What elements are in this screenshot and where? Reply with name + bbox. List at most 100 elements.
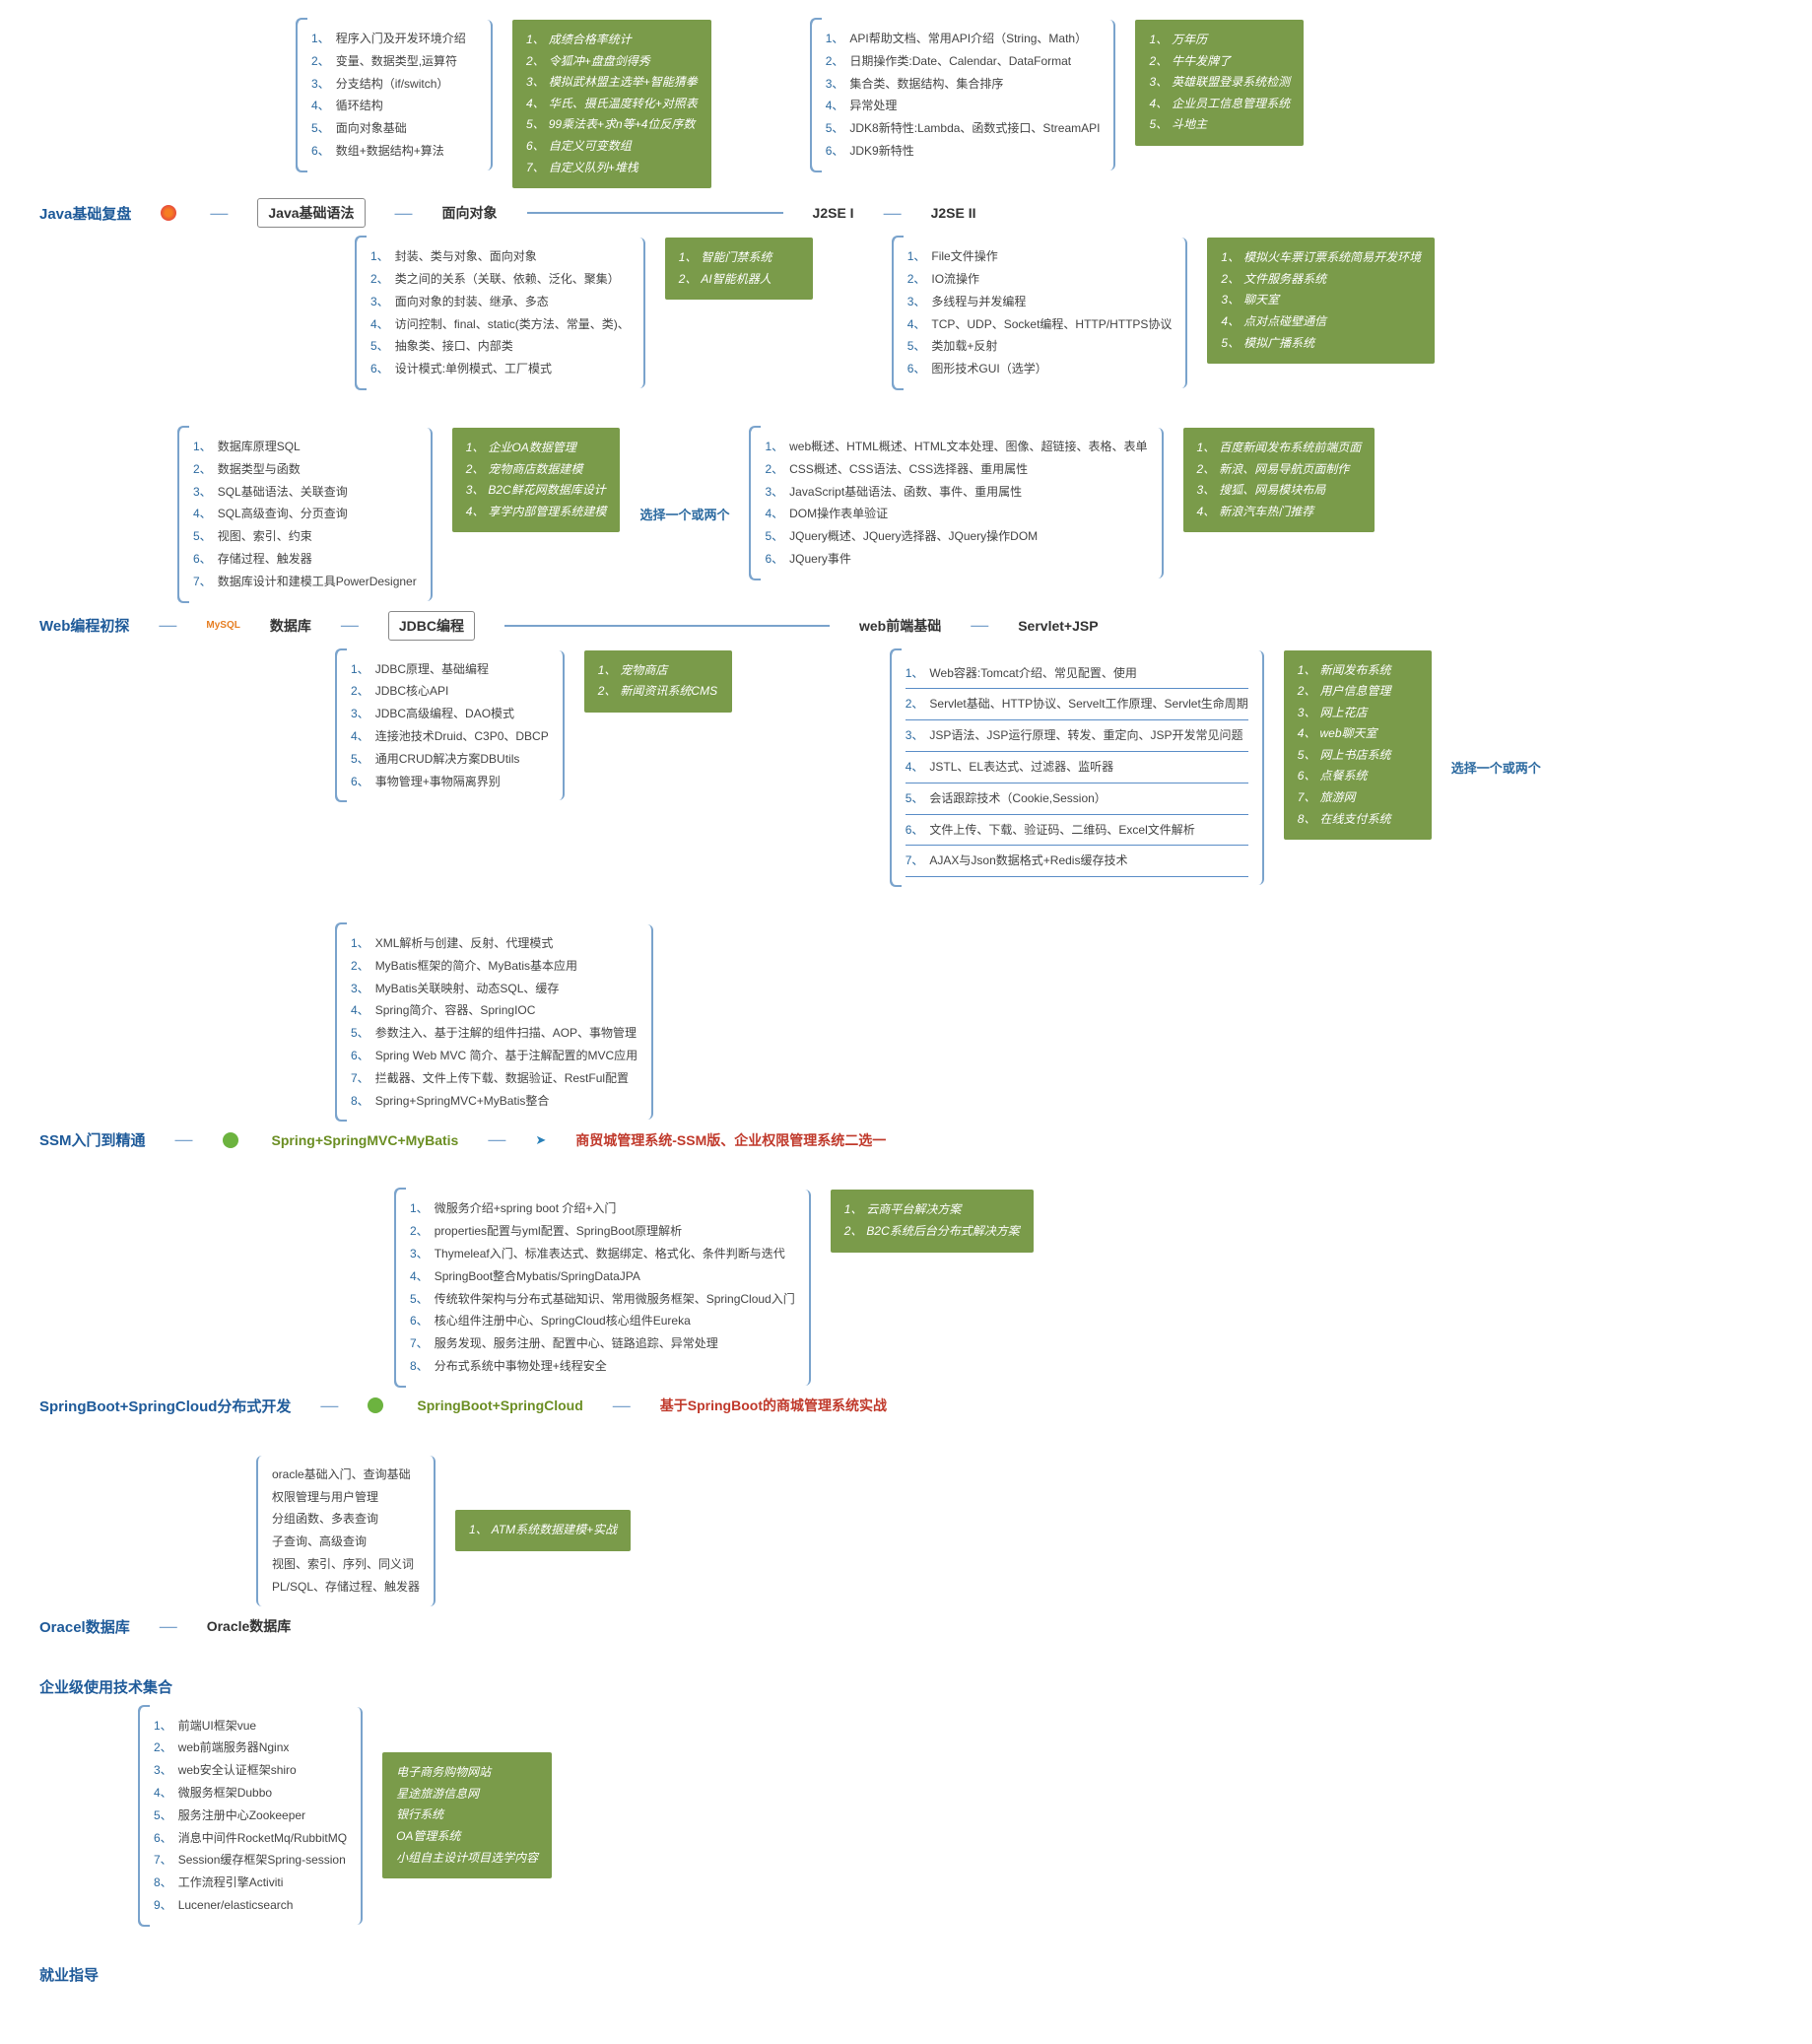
- green-jdbc: 1、宠物商店2、新闻资讯系统CMS: [584, 650, 732, 713]
- list-item: 6、文件上传、下载、验证码、二维码、Excel文件解析: [906, 815, 1248, 847]
- list-item: 5、通用CRUD解决方案DBUtils: [351, 748, 549, 771]
- note-choose-2: 选择一个或两个: [1451, 758, 1541, 777]
- green-item: 8、在线支付系统: [1298, 809, 1418, 831]
- heading-ssm: SSM入门到精通: [39, 1129, 146, 1150]
- list-item: 2、变量、数据类型,运算符: [311, 50, 477, 73]
- green-item: 6、点餐系统: [1298, 766, 1418, 787]
- node-oracle[interactable]: Oracle数据库: [207, 1616, 292, 1636]
- node-webfront[interactable]: web前端基础: [859, 616, 941, 636]
- green-item: 4、web聊天室: [1298, 723, 1418, 745]
- arrow-icon: ➤: [535, 1132, 546, 1148]
- list-item: 6、Spring Web MVC 简介、基于注解配置的MVC应用: [351, 1045, 638, 1067]
- green-item: 1、模拟火车票订票系统简易开发环境: [1221, 247, 1421, 269]
- connector: —: [210, 203, 228, 224]
- green-j2se2: 1、模拟火车票订票系统简易开发环境2、文件服务器系统3、聊天室4、点对点碰壁通信…: [1207, 238, 1435, 364]
- list-item: 1、封装、类与对象、面向对象: [370, 245, 630, 268]
- green-item: 小组自主设计项目选学内容: [396, 1848, 538, 1870]
- list-item: 4、DOM操作表单验证: [765, 503, 1147, 525]
- heading-oracle: Oracel数据库: [39, 1616, 130, 1637]
- node-servlet[interactable]: Servlet+JSP: [1018, 618, 1098, 634]
- list-item: 5、JDK8新特性:Lambda、函数式接口、StreamAPI: [826, 117, 1101, 140]
- spring-icon: [223, 1132, 238, 1148]
- springboot-project-note: 基于SpringBoot的商城管理系统实战: [660, 1396, 887, 1415]
- list-item: 6、事物管理+事物隔离界别: [351, 771, 549, 793]
- list-item: 3、Thymeleaf入门、标准表达式、数据绑定、格式化、条件判断与迭代: [410, 1243, 795, 1265]
- list-item: 4、TCP、UDP、Socket编程、HTTP/HTTPS协议: [907, 313, 1173, 336]
- list-item: 5、面向对象基础: [311, 117, 477, 140]
- node-jdbc[interactable]: JDBC编程: [388, 611, 475, 641]
- heading-java-review: Java基础复盘: [39, 203, 131, 224]
- green-item: 4、点对点碰壁通信: [1221, 311, 1421, 333]
- green-webfront: 1、百度新闻发布系统前端页面2、新浪、网易导航页面制作3、搜狐、网易模块布局4、…: [1183, 428, 1376, 532]
- heading-web-intro: Web编程初探: [39, 615, 129, 636]
- section-ssm: 1、XML解析与创建、反射、代理模式2、MyBatis框架的简介、MyBatis…: [39, 924, 1773, 1150]
- power-icon: [368, 1397, 383, 1413]
- green-item: 4、新浪汽车热门推荐: [1197, 502, 1362, 523]
- list-item: 3、JSP语法、JSP运行原理、转发、重定向、JSP开发常见问题: [906, 720, 1248, 752]
- green-item: 2、用户信息管理: [1298, 681, 1418, 703]
- list-item: 6、数组+数据结构+算法: [311, 140, 477, 163]
- list-item: 5、参数注入、基于注解的组件扫描、AOP、事物管理: [351, 1022, 638, 1045]
- green-item: 3、网上花店: [1298, 703, 1418, 724]
- green-item: 3、模拟武林盟主选举+智能猜拳: [526, 72, 698, 94]
- list-item: 2、IO流操作: [907, 268, 1173, 291]
- list-item: 8、工作流程引擎Activiti: [154, 1872, 347, 1894]
- list-item: 4、连接池技术Druid、C3P0、DBCP: [351, 725, 549, 748]
- list-item: 4、循环结构: [311, 95, 477, 117]
- list-item: 7、AJAX与Json数据格式+Redis缓存技术: [906, 846, 1248, 877]
- green-oracle: 1、ATM系统数据建模+实战: [455, 1510, 631, 1551]
- green-item: 1、成绩合格率统计: [526, 30, 698, 51]
- list-item: 5、类加载+反射: [907, 335, 1173, 358]
- list-item: 2、Servlet基础、HTTP协议、Servelt工作原理、Servlet生命…: [906, 689, 1248, 720]
- green-item: 1、新闻发布系统: [1298, 660, 1418, 682]
- list-item: 7、服务发现、服务注册、配置中心、链路追踪、异常处理: [410, 1332, 795, 1355]
- green-item: 1、ATM系统数据建模+实战: [469, 1520, 617, 1541]
- note-choose: 选择一个或两个: [639, 505, 729, 523]
- green-item: 2、文件服务器系统: [1221, 269, 1421, 291]
- green-item: 4、企业员工信息管理系统: [1149, 94, 1290, 115]
- list-item: 2、properties配置与yml配置、SpringBoot原理解析: [410, 1220, 795, 1243]
- list-item: oracle基础入门、查询基础: [272, 1464, 420, 1486]
- node-j2se1[interactable]: J2SE I: [813, 205, 854, 221]
- green-springboot: 1、云商平台解决方案2、B2C系统后台分布式解决方案: [831, 1190, 1034, 1252]
- list-item: 2、MyBatis框架的简介、MyBatis基本应用: [351, 955, 638, 978]
- green-item: 电子商务购物网站: [396, 1762, 538, 1784]
- list-item: 1、数据库原理SQL: [193, 436, 417, 458]
- list-item: 6、核心组件注册中心、SpringCloud核心组件Eureka: [410, 1310, 795, 1332]
- list-item: 1、File文件操作: [907, 245, 1173, 268]
- heading-springboot: SpringBoot+SpringCloud分布式开发: [39, 1396, 291, 1416]
- list-item: 子查询、高级查询: [272, 1531, 420, 1553]
- green-item: 2、B2C系统后台分布式解决方案: [844, 1221, 1020, 1243]
- list-item: 1、微服务介绍+spring boot 介绍+入门: [410, 1197, 795, 1220]
- green-db: 1、企业OA数据管理2、宠物商店数据建模3、B2C鲜花网数据库设计4、享学内部管…: [452, 428, 621, 532]
- list-item: 2、数据类型与函数: [193, 458, 417, 481]
- list-item: 3、JDBC高级编程、DAO模式: [351, 703, 549, 725]
- list-item: 5、服务注册中心Zookeeper: [154, 1805, 347, 1827]
- list-item: 4、异常处理: [826, 95, 1101, 117]
- node-j2se2[interactable]: J2SE II: [931, 205, 976, 221]
- green-item: 1、宠物商店: [598, 660, 718, 682]
- list-item: 7、拦截器、文件上传下载、数据验证、RestFul配置: [351, 1067, 638, 1090]
- node-springboot[interactable]: SpringBoot+SpringCloud: [417, 1397, 582, 1413]
- section-enterprise: 企业级使用技术集合 1、前端UI框架vue2、web前端服务器Nginx3、we…: [39, 1676, 1773, 1925]
- green-item: 1、智能门禁系统: [679, 247, 799, 269]
- list-ssm: 1、XML解析与创建、反射、代理模式2、MyBatis框架的简介、MyBatis…: [335, 924, 653, 1120]
- node-database[interactable]: 数据库: [270, 616, 311, 636]
- section-web-intro: 1、数据库原理SQL2、数据类型与函数3、SQL基础语法、关联查询4、SQL高级…: [39, 428, 1773, 885]
- list-item: 1、XML解析与创建、反射、代理模式: [351, 932, 638, 955]
- green-item: 5、网上书店系统: [1298, 745, 1418, 767]
- node-ssm-spring[interactable]: Spring+SpringMVC+MyBatis: [272, 1132, 459, 1148]
- java-icon: [161, 205, 176, 221]
- list-item: 1、JDBC原理、基础编程: [351, 658, 549, 681]
- list-item: 6、图形技术GUI（选学）: [907, 358, 1173, 380]
- green-item: 3、搜狐、网易模块布局: [1197, 480, 1362, 502]
- node-java-basic[interactable]: Java基础语法: [257, 198, 365, 228]
- list-item: 2、web前端服务器Nginx: [154, 1737, 347, 1759]
- green-servlet: 1、新闻发布系统2、用户信息管理3、网上花店4、web聊天室5、网上书店系统6、…: [1284, 650, 1432, 841]
- list-item: 3、SQL基础语法、关联查询: [193, 481, 417, 504]
- section-oracle: oracle基础入门、查询基础权限管理与用户管理分组函数、多表查询子查询、高级查…: [39, 1456, 1773, 1637]
- green-item: 3、聊天室: [1221, 290, 1421, 311]
- node-oop[interactable]: 面向对象: [442, 203, 498, 223]
- list-j2se1: 1、API帮助文档、常用API介绍（String、Math）2、日期操作类:Da…: [810, 20, 1116, 170]
- green-item: 6、自定义可变数组: [526, 136, 698, 158]
